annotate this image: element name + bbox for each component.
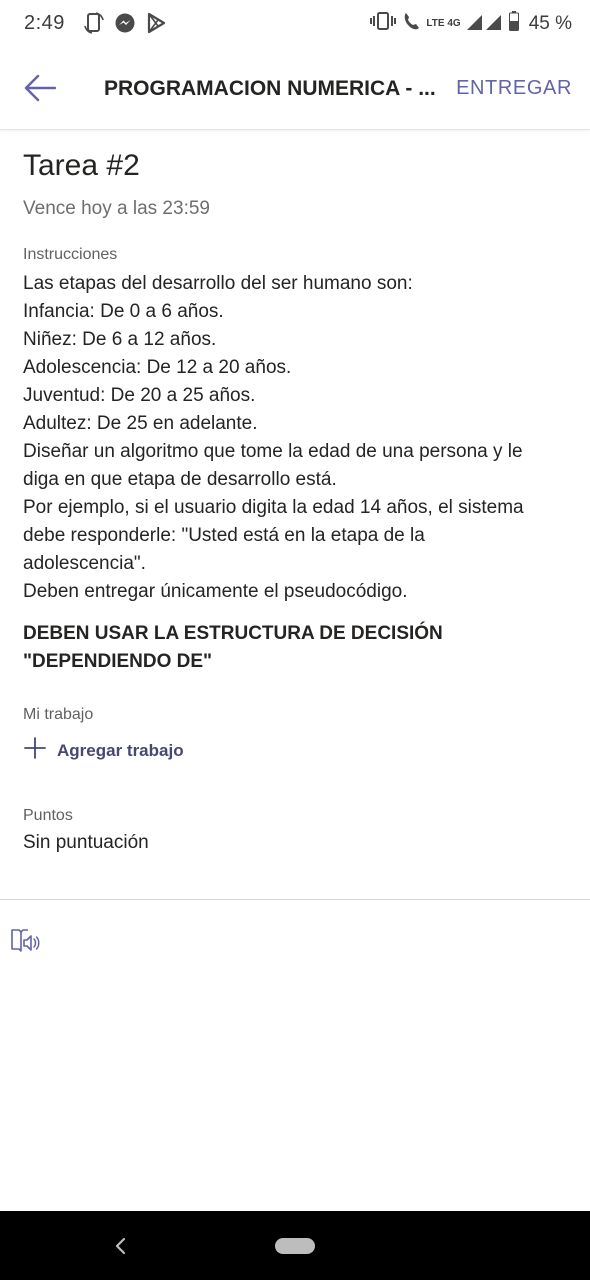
- my-work-label: Mi trabajo: [23, 706, 94, 723]
- instructions-emphasis: DEBEN USAR LA ESTRUCTURA DE DECISIÓN "DE…: [23, 620, 563, 676]
- nav-home-pill[interactable]: [275, 1238, 315, 1254]
- vibrate-icon: [370, 11, 397, 36]
- immersive-reader-button[interactable]: [8, 926, 42, 960]
- instruction-line: Adultez: De 25 en adelante.: [23, 413, 258, 434]
- notification-icons: [84, 12, 166, 34]
- instruction-line: Por ejemplo, si el usuario digita la eda…: [23, 497, 524, 518]
- section-divider: [0, 899, 590, 900]
- instructions-text: Las etapas del desarrollo del ser humano…: [23, 270, 563, 606]
- immersive-reader-icon: [10, 927, 40, 960]
- messenger-icon: [114, 12, 136, 34]
- screen-rotate-icon: [84, 12, 104, 34]
- instruction-line: debe responderle: "Usted está en la etap…: [23, 525, 425, 546]
- assignment-title: Tarea #2: [23, 149, 140, 182]
- instruction-line: Las etapas del desarrollo del ser humano…: [23, 273, 413, 294]
- status-bar: 2:49 LTE 4G 45 %: [0, 0, 590, 50]
- points-label: Puntos: [23, 807, 73, 824]
- instructions-label: Instrucciones: [23, 246, 118, 263]
- nav-back-icon: [108, 1237, 134, 1263]
- class-title: PROGRAMACION NUMERICA - ...: [104, 77, 436, 100]
- battery-icon: [508, 11, 519, 36]
- instruction-line: Diseñar un algoritmo que tome la edad de…: [23, 441, 523, 462]
- instruction-line: Niñez: De 6 a 12 años.: [23, 329, 217, 350]
- system-indicators: LTE 4G 45 %: [370, 11, 572, 36]
- add-work-button[interactable]: Agregar trabajo: [23, 736, 223, 765]
- arrow-left-icon: [24, 74, 57, 107]
- wifi-calling-icon: [402, 11, 420, 36]
- battery-percentage: 45 %: [528, 12, 572, 34]
- nav-back-button[interactable]: [108, 1233, 134, 1259]
- back-button[interactable]: [18, 68, 62, 112]
- system-navigation-bar: [0, 1211, 590, 1280]
- instruction-bold-line: DEBEN USAR LA ESTRUCTURA DE DECISIÓN: [23, 623, 443, 644]
- instruction-line: Adolescencia: De 12 a 20 años.: [23, 357, 292, 378]
- instruction-line: Infancia: De 0 a 6 años.: [23, 301, 224, 322]
- instruction-line: Juventud: De 20 a 25 años.: [23, 385, 256, 406]
- due-date: Vence hoy a las 23:59: [23, 198, 210, 219]
- submit-button[interactable]: ENTREGAR: [456, 77, 572, 100]
- signal-icon: [466, 12, 503, 35]
- play-store-icon: [146, 12, 166, 34]
- add-work-label: Agregar trabajo: [57, 740, 184, 760]
- instruction-line: diga en que etapa de desarrollo está.: [23, 469, 337, 490]
- network-type: LTE 4G: [426, 17, 461, 29]
- assignment-details: Tarea #2 Vence hoy a las 23:59 Instrucci…: [23, 140, 563, 857]
- status-time: 2:49: [24, 12, 65, 34]
- instruction-line: Deben entregar únicamente el pseudocódig…: [23, 581, 408, 602]
- instruction-line: adolescencia".: [23, 553, 146, 574]
- plus-icon: [23, 736, 47, 765]
- points-value: Sin puntuación: [23, 832, 149, 853]
- instruction-bold-line: "DEPENDIENDO DE": [23, 651, 213, 672]
- app-bar: PROGRAMACION NUMERICA - ... ENTREGAR: [0, 50, 590, 130]
